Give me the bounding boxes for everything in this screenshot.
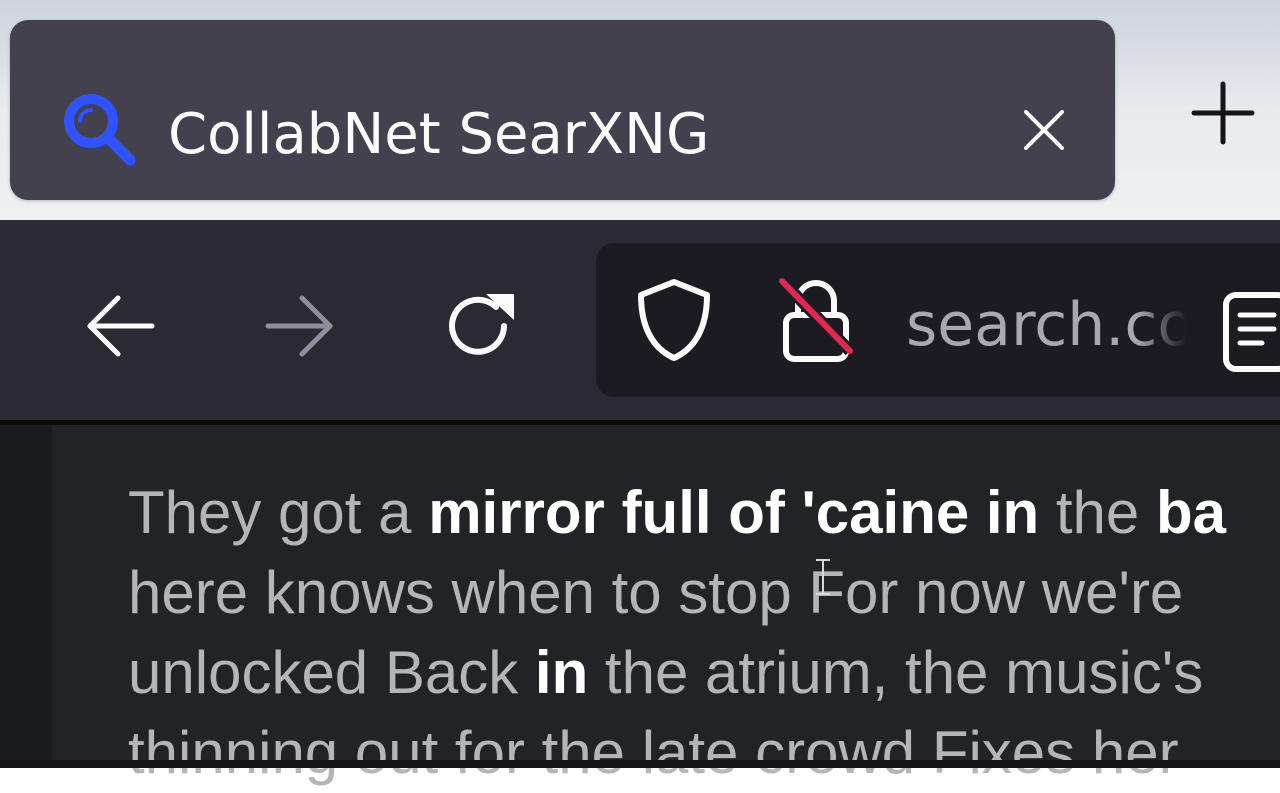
highlight-term: in bbox=[534, 639, 589, 706]
arrow-right-icon[interactable] bbox=[262, 288, 338, 364]
url-bar[interactable]: search.co bbox=[596, 243, 1280, 397]
reload-icon[interactable] bbox=[442, 288, 518, 364]
article-text: They got a mirror full of 'caine in the … bbox=[128, 473, 1280, 793]
shield-icon[interactable] bbox=[634, 277, 714, 363]
close-icon[interactable] bbox=[1020, 106, 1068, 154]
text-line-1: They got a mirror full of 'caine in the … bbox=[128, 479, 1226, 546]
highlight-term: mirror full of 'caine in bbox=[428, 479, 1040, 546]
reader-view-icon[interactable] bbox=[1222, 291, 1280, 373]
article-area: They got a mirror full of 'caine in the … bbox=[52, 425, 1280, 786]
navigation-toolbar: search.co bbox=[0, 220, 1280, 420]
tab-title: CollabNet SearXNG bbox=[168, 102, 710, 167]
text-cursor-icon bbox=[816, 559, 830, 595]
url-fade bbox=[1136, 283, 1186, 367]
tab-strip: CollabNet SearXNG bbox=[0, 0, 1280, 220]
bottom-edge bbox=[0, 760, 1280, 768]
plus-icon[interactable] bbox=[1190, 80, 1256, 146]
search-magnifier-icon bbox=[64, 94, 136, 166]
arrow-left-icon[interactable] bbox=[82, 288, 158, 364]
active-tab[interactable]: CollabNet SearXNG bbox=[10, 20, 1115, 200]
text-line-4: thinning out for the late crowd Fixes he… bbox=[128, 719, 1179, 786]
highlight-term: ba bbox=[1155, 479, 1226, 546]
insecure-lock-icon[interactable] bbox=[776, 275, 856, 365]
page-content: They got a mirror full of 'caine in the … bbox=[0, 425, 1280, 786]
text-line-2: here knows when to stop For now we're bbox=[128, 559, 1184, 626]
text-line-3: unlocked Back in the atrium, the music's bbox=[128, 639, 1204, 706]
